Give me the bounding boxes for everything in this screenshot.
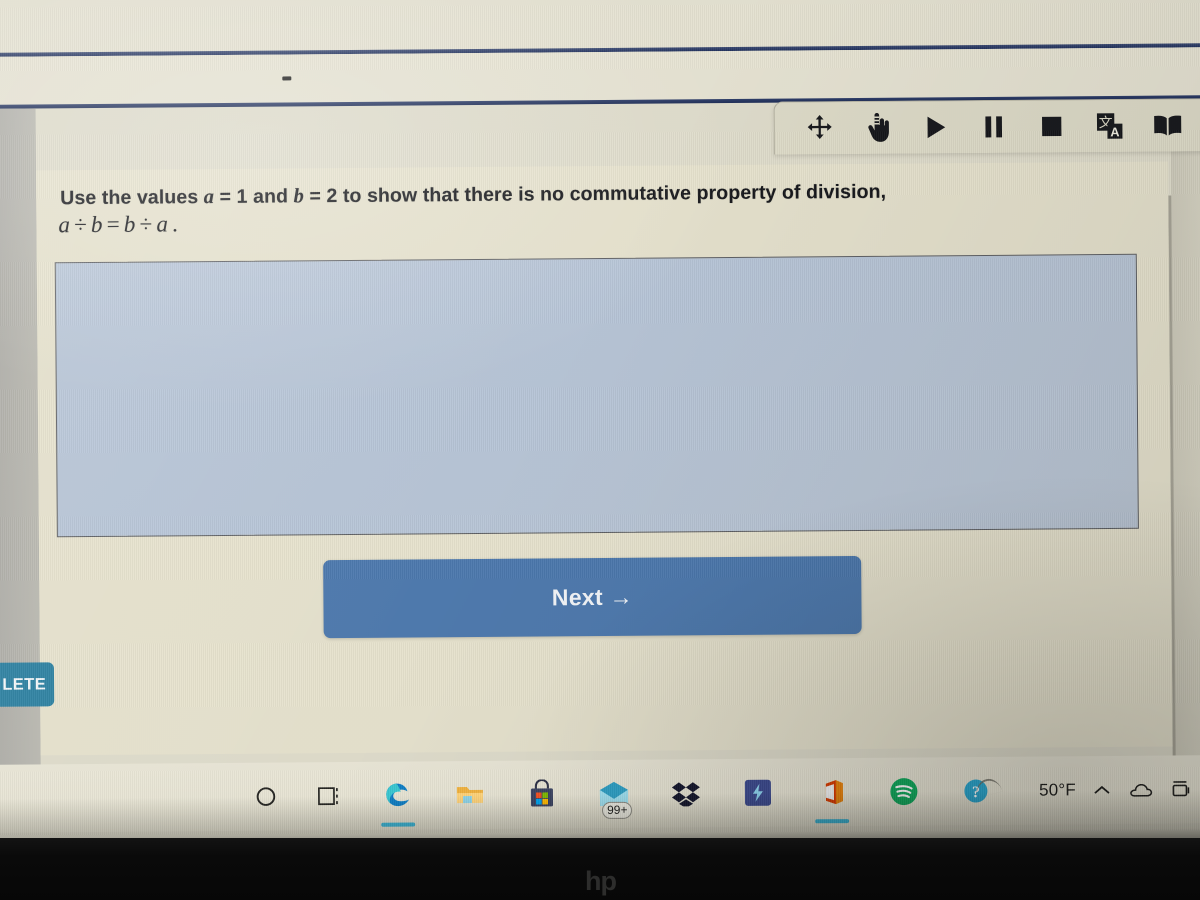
hand-pointer-icon[interactable] (849, 105, 907, 151)
mail-badge: 99+ (602, 801, 633, 819)
answer-input-box[interactable] (54, 253, 1139, 538)
formula-period: . (171, 211, 180, 237)
network-icon[interactable] (1167, 776, 1193, 802)
windows-taskbar: 99+ ? 50°F (0, 755, 1200, 833)
task-view-icon[interactable] (307, 773, 353, 819)
formula-expression: a ÷ b = b ÷ a. (58, 211, 182, 238)
mail-icon[interactable]: 99+ (591, 771, 637, 819)
blue-bolt-app-icon[interactable] (735, 770, 781, 816)
cloud-icon[interactable] (1128, 777, 1154, 803)
question-part-2: = 1 and (214, 185, 294, 209)
edge-browser-icon[interactable] (375, 772, 421, 818)
formula-right-a: a (156, 211, 170, 237)
stop-icon[interactable] (1023, 103, 1081, 149)
hp-logo: hp (585, 866, 617, 896)
spotify-icon[interactable] (881, 768, 927, 814)
complete-button[interactable]: LETE (0, 662, 55, 708)
search-circle-icon[interactable] (243, 773, 289, 819)
chevron-up-icon[interactable] (1089, 777, 1115, 803)
assignment-content: Use the values a = 1 and b = 2 to show t… (36, 161, 1173, 756)
division-sign-2: ÷ (139, 211, 154, 237)
move-arrows-icon[interactable] (791, 105, 849, 151)
microsoft-store-icon[interactable] (519, 771, 565, 817)
variable-a: a (203, 186, 215, 209)
question-part-1: Use the values (60, 186, 204, 210)
system-tray: 50°F (1039, 755, 1199, 824)
question-text: Use the values a = 1 and b = 2 to show t… (60, 178, 1080, 210)
laptop-screen: 文 A Use the values a = 1 and b = 2 to sh… (0, 0, 1200, 853)
file-explorer-icon[interactable] (447, 772, 493, 818)
question-part-3: = 2 to show that there is no commutative… (303, 180, 887, 208)
accessibility-toolbar: 文 A (773, 98, 1200, 155)
photo-of-laptop-screen: 文 A Use the values a = 1 and b = 2 to sh… (0, 0, 1200, 900)
formula-right-b: b (123, 211, 137, 237)
play-icon[interactable] (907, 104, 965, 150)
translate-icon[interactable]: 文 A (1081, 103, 1139, 149)
formula-left-a: a (58, 212, 72, 238)
equals-sign: = (106, 211, 121, 237)
svg-text:A: A (1110, 125, 1119, 139)
weather-temperature[interactable]: 50°F (1039, 780, 1076, 800)
next-button[interactable]: Next → (323, 555, 862, 639)
office-icon[interactable] (809, 769, 855, 815)
division-sign-1: ÷ (74, 212, 89, 238)
dropbox-icon[interactable] (663, 770, 709, 816)
text-cursor-mark (282, 76, 292, 81)
pause-icon[interactable] (965, 104, 1023, 150)
formula-left-b: b (90, 211, 104, 237)
variable-b: b (293, 185, 305, 208)
open-book-icon[interactable] (1139, 102, 1197, 148)
